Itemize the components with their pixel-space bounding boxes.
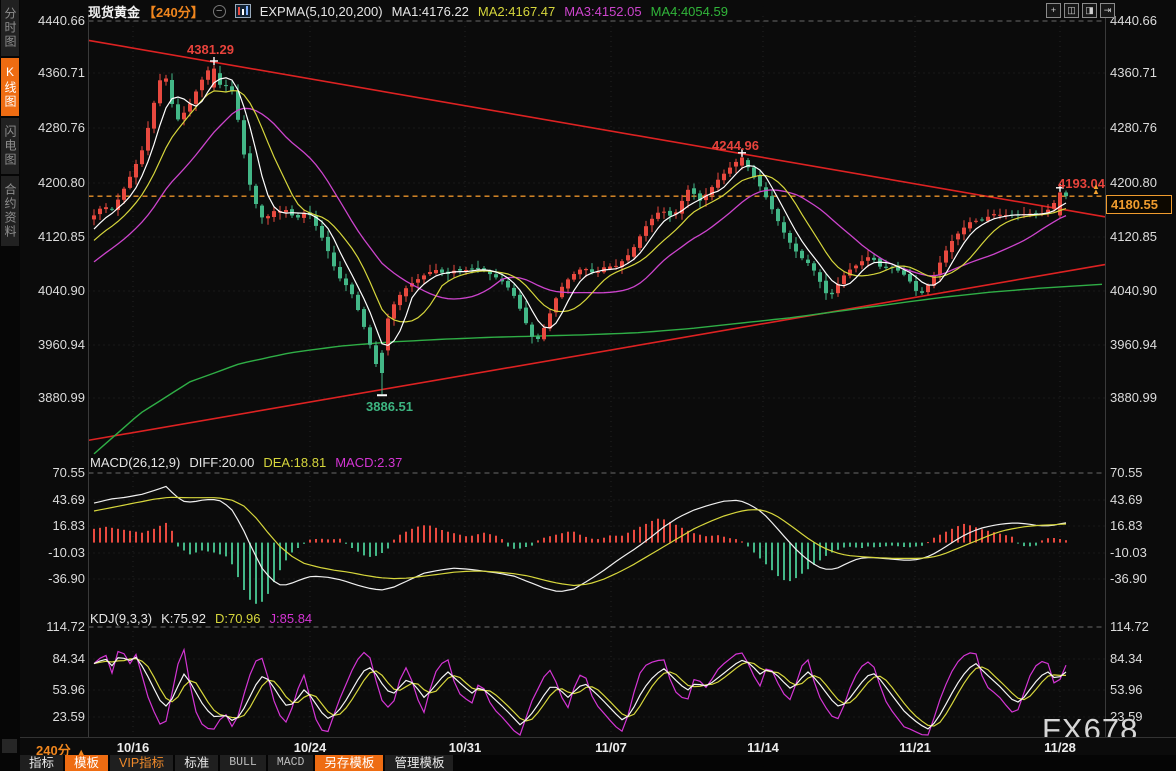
sidebar-tab-3[interactable]: 闪电图 — [1, 118, 19, 174]
secondary-peak-annotation: 4244.96 — [712, 138, 759, 153]
x-axis-date: 11/14 — [747, 740, 779, 755]
sidebar-tab-4[interactable]: 合约资料 — [1, 176, 19, 246]
chart-canvas[interactable] — [0, 0, 1176, 771]
bottom-toolbar: 指标模板VIP指标标准BULLMACD另存模板管理模板 — [20, 755, 1176, 771]
y-axis-label: 3880.99 — [26, 390, 85, 405]
x-axis-date: 10/24 — [294, 740, 327, 755]
y-axis-label: 70.55 — [26, 465, 85, 480]
y-axis-label: 43.69 — [1110, 492, 1174, 507]
y-axis-label: 4360.71 — [1110, 65, 1174, 80]
y-axis-label: 4440.66 — [26, 13, 85, 28]
current-price-box: 4180.55 — [1106, 195, 1172, 214]
sidebar-tab-1[interactable]: 分时图 — [1, 0, 19, 56]
y-axis-label: 114.72 — [1110, 619, 1174, 634]
kdj-d-value: D:70.96 — [215, 611, 261, 626]
toolbar-button-管理模板[interactable]: 管理模板 — [385, 755, 453, 771]
ma3-value: MA3:4152.05 — [564, 4, 641, 19]
macd-dea-value: DEA:18.81 — [263, 455, 326, 470]
x-axis-date: 11/21 — [899, 740, 931, 755]
pan-icon[interactable]: + — [1046, 3, 1061, 18]
x-axis-date: 11/28 — [1044, 740, 1076, 755]
trading-app-window: 分时图 K线图闪电图合约资料 现货黄金 【240分】 − EXPMA(5,10,2… — [0, 0, 1176, 771]
price-up-arrows-icon: ▲▲ — [1092, 184, 1100, 194]
y-axis-label: 43.69 — [26, 492, 85, 507]
y-axis-label: 3960.94 — [1110, 337, 1174, 352]
x-axis-date: 10/16 — [117, 740, 150, 755]
macd-diff-value: DIFF:20.00 — [189, 455, 254, 470]
peak-price-annotation: 4381.29 — [187, 42, 234, 57]
y-axis-label: 53.96 — [26, 682, 85, 697]
chart-type-icon[interactable] — [235, 4, 251, 18]
toolbar-button-VIP指标[interactable]: VIP指标 — [110, 755, 173, 771]
y-axis-label: 4360.71 — [26, 65, 85, 80]
macd-header: MACD(26,12,9) DIFF:20.00 DEA:18.81 MACD:… — [90, 455, 402, 470]
y-axis-label: 4040.90 — [26, 283, 85, 298]
period-label: 【240分】 — [143, 2, 204, 21]
toolbar-button-另存模板[interactable]: 另存模板 — [315, 755, 383, 771]
y-axis-label: 4440.66 — [1110, 13, 1174, 28]
ma1-value: MA1:4176.22 — [392, 4, 469, 19]
y-axis-label: 4120.85 — [1110, 229, 1174, 244]
y-axis-label: 16.83 — [26, 518, 85, 533]
y-axis-label: 3960.94 — [26, 337, 85, 352]
y-axis-label: 4200.80 — [1110, 175, 1174, 190]
y-axis-label: -10.03 — [26, 545, 85, 560]
y-axis-label: 114.72 — [26, 619, 85, 634]
kdj-name: KDJ(9,3,3) — [90, 611, 152, 626]
ma4-value: MA4:4054.59 — [651, 4, 728, 19]
macd-macd-value: MACD:2.37 — [335, 455, 402, 470]
y-axis-label: 84.34 — [26, 651, 85, 666]
sidebar-corner-box[interactable] — [2, 739, 17, 753]
kdj-j-value: J:85.84 — [270, 611, 313, 626]
left-sidebar: 分时图 K线图闪电图合约资料 — [0, 0, 20, 771]
kdj-k-value: K:75.92 — [161, 611, 206, 626]
toolbar-button-MACD[interactable]: MACD — [268, 755, 314, 771]
chart-toolbar-icons: +◫◨⇥ — [1046, 3, 1115, 18]
y-axis-label: 4120.85 — [26, 229, 85, 244]
kdj-header: KDJ(9,3,3) K:75.92 D:70.96 J:85.84 — [90, 611, 312, 626]
y-axis-label: 4280.76 — [26, 120, 85, 135]
sidebar-tab-2[interactable]: K线图 — [1, 58, 19, 116]
indicator-name: EXPMA(5,10,20,200) — [260, 4, 383, 19]
x-axis-date: 11/07 — [595, 740, 627, 755]
y-axis-label: -36.90 — [26, 571, 85, 586]
chart-header: 现货黄金 【240分】 − EXPMA(5,10,20,200) MA1:417… — [88, 3, 728, 19]
y-axis-label: 70.55 — [1110, 465, 1174, 480]
zoom-out-icon[interactable]: ◫ — [1064, 3, 1079, 18]
y-axis-label: -36.90 — [1110, 571, 1174, 586]
y-axis-label: 3880.99 — [1110, 390, 1174, 405]
symbol-name: 现货黄金 — [88, 2, 140, 21]
toolbar-button-模板[interactable]: 模板 — [65, 755, 108, 771]
collapse-panel-icon[interactable]: ⇥ — [1100, 3, 1115, 18]
y-axis-label: 84.34 — [1110, 651, 1174, 666]
y-axis-label: 4200.80 — [26, 175, 85, 190]
y-axis-label: 16.83 — [1110, 518, 1174, 533]
toolbar-button-指标[interactable]: 指标 — [20, 755, 63, 771]
x-axis-date: 10/31 — [449, 740, 482, 755]
y-axis-label: 4280.76 — [1110, 120, 1174, 135]
y-axis-label: 53.96 — [1110, 682, 1174, 697]
toolbar-button-标准[interactable]: 标准 — [175, 755, 218, 771]
low-price-annotation: 3886.51 — [366, 399, 413, 414]
y-axis-label: 4040.90 — [1110, 283, 1174, 298]
toolbar-button-BULL[interactable]: BULL — [220, 755, 266, 771]
time-axis-row: 240分▲ 10/1610/2410/3111/0711/1411/2111/2… — [20, 737, 1176, 756]
ma2-value: MA2:4167.47 — [478, 4, 555, 19]
macd-name: MACD(26,12,9) — [90, 455, 180, 470]
y-axis-label: -10.03 — [1110, 545, 1174, 560]
zoom-in-icon[interactable]: ◨ — [1082, 3, 1097, 18]
y-axis-label: 23.59 — [26, 709, 85, 724]
collapse-indicator-icon[interactable]: − — [213, 5, 226, 18]
